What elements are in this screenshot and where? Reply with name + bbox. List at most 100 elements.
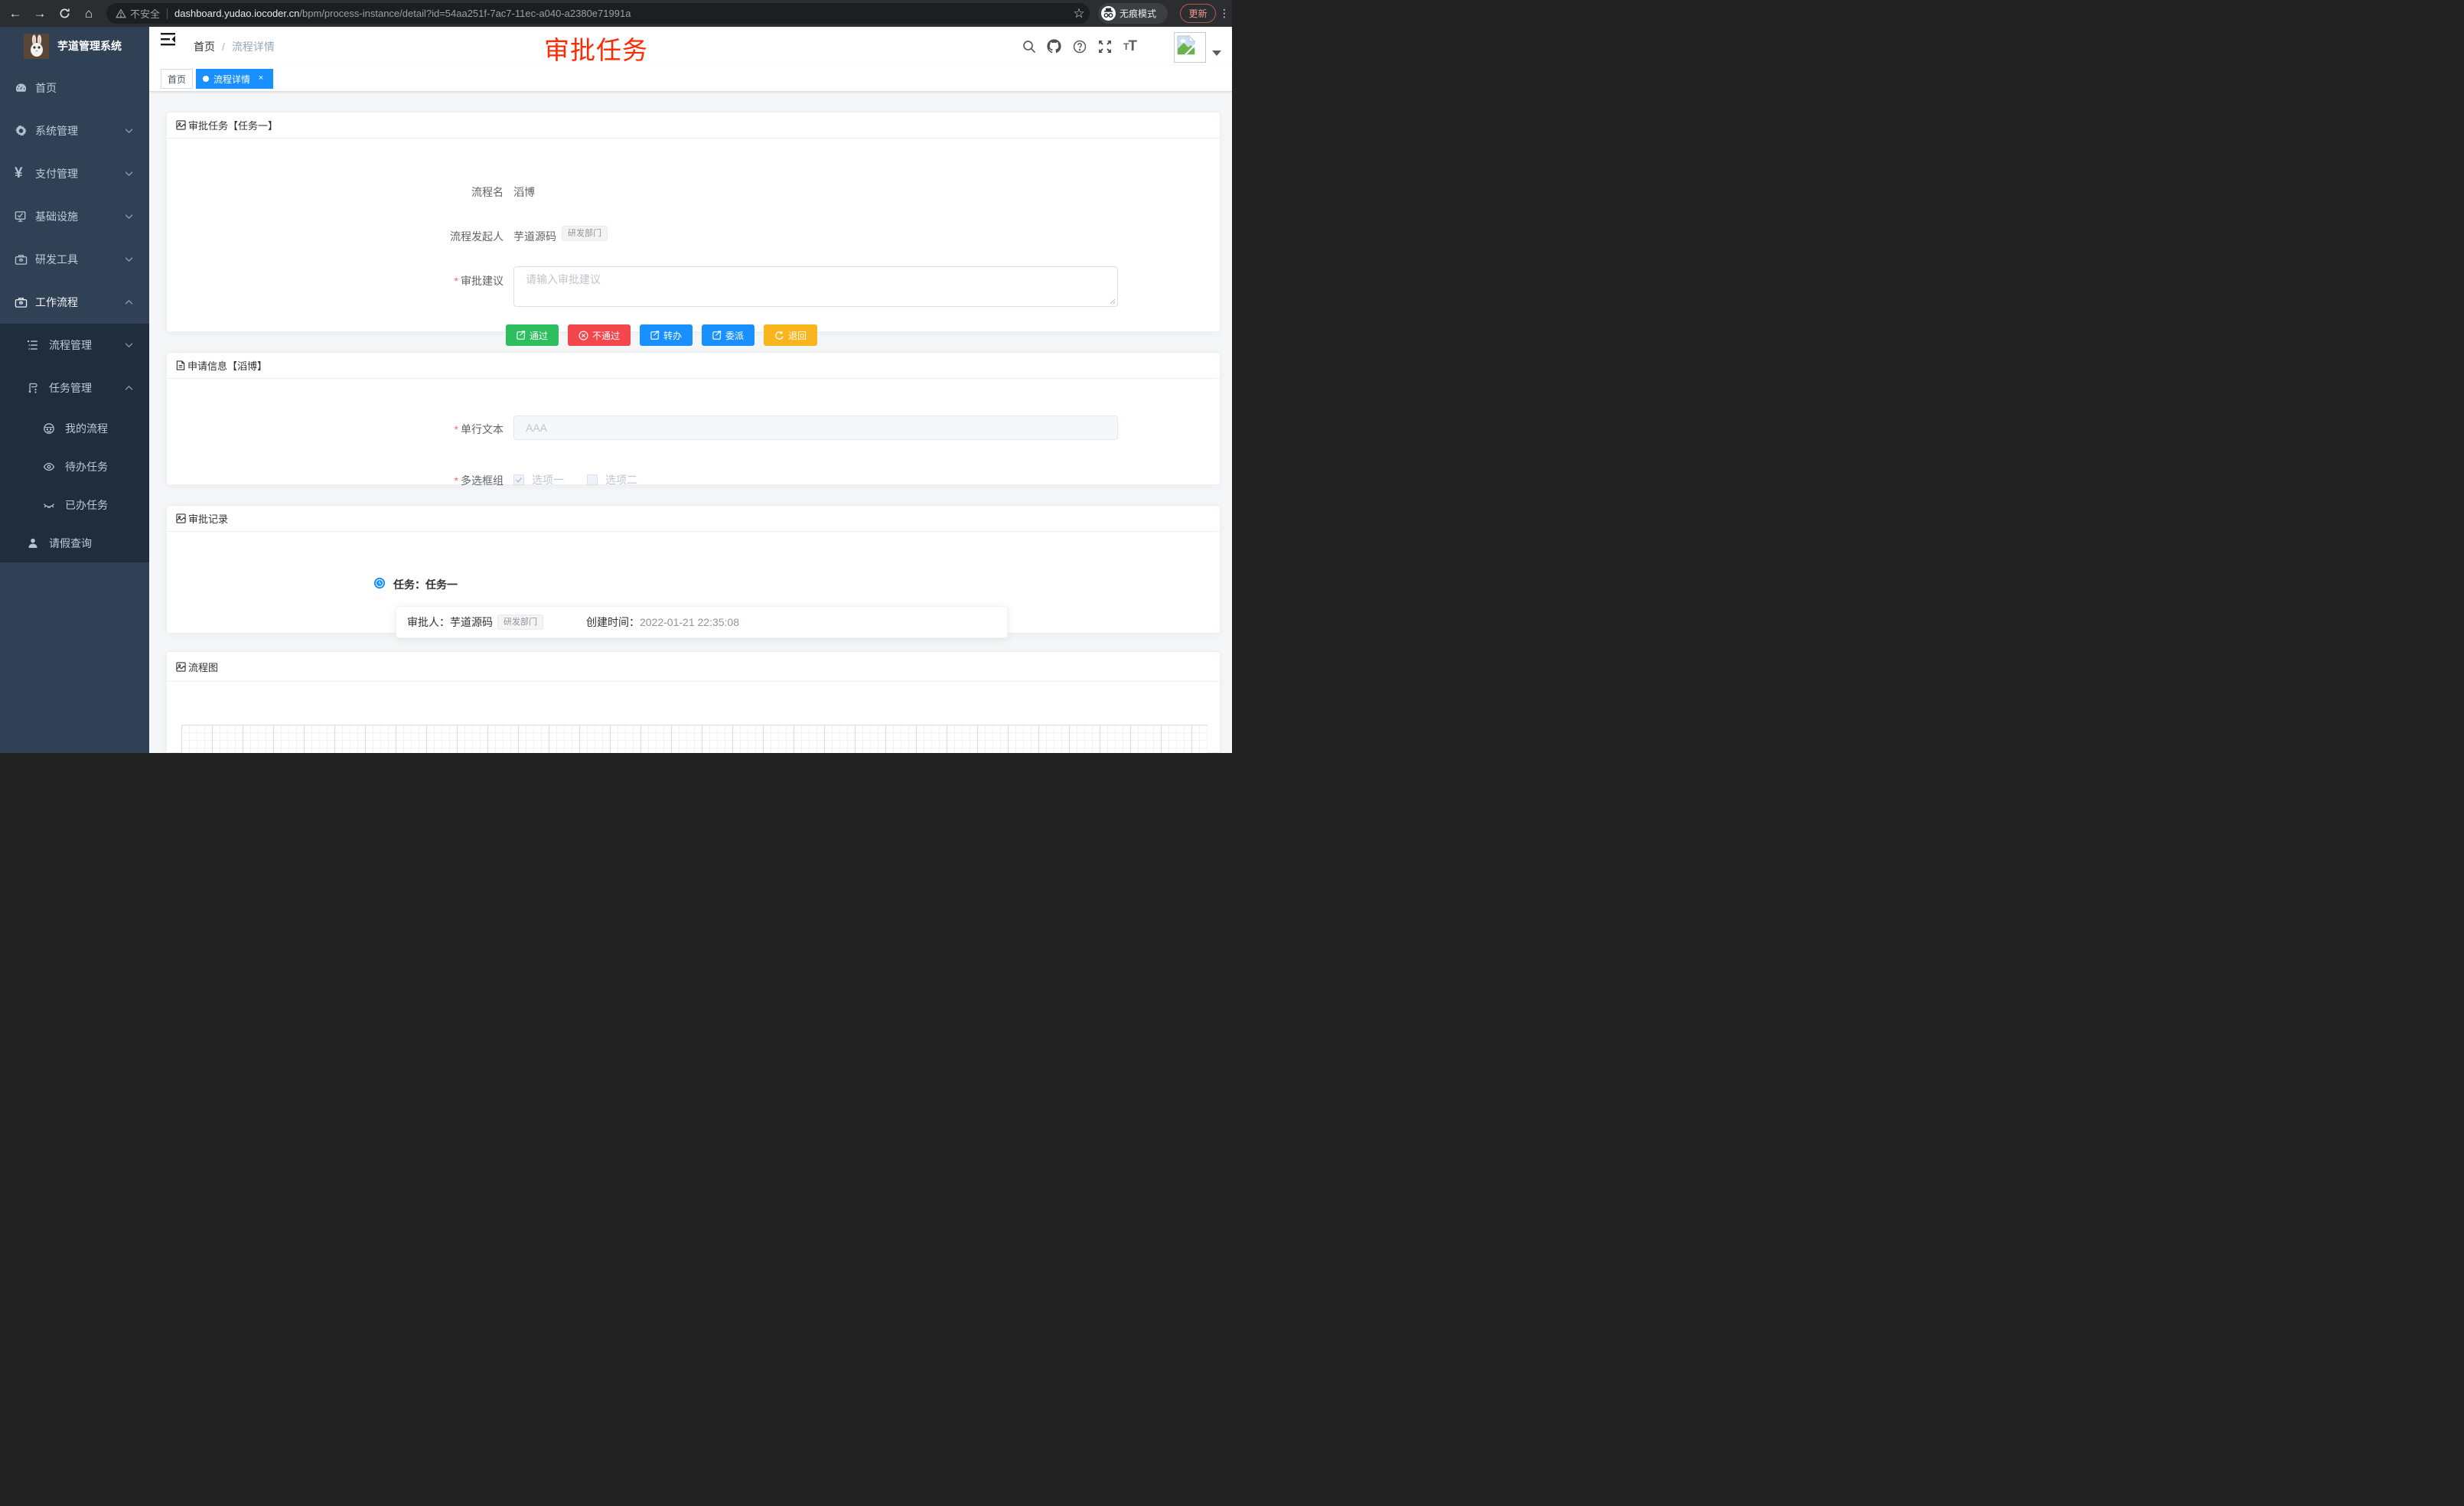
user-icon	[27, 537, 39, 549]
star-icon[interactable]: ☆	[1068, 0, 1090, 27]
sidebar-item-devtools[interactable]: 研发工具	[0, 238, 149, 281]
checkbox-unchecked[interactable]	[587, 474, 598, 485]
sidebar-item-payment[interactable]: ¥ 支付管理	[0, 152, 149, 195]
sidebar-item-leave-query[interactable]: 请假查询	[0, 524, 149, 562]
breadcrumb: 首页 / 流程详情	[194, 27, 275, 66]
record-detail-card: 审批人： 芋道源码 研发部门 创建时间： 2022-01-21 22:35:08	[396, 606, 1008, 638]
chevron-down-icon	[125, 214, 133, 220]
checkbox-group-label: *多选框组	[167, 473, 504, 488]
briefcase-icon	[15, 296, 28, 309]
caret-down-icon[interactable]	[1212, 51, 1221, 56]
sidebar-item-todo-tasks[interactable]: 待办任务	[0, 448, 149, 486]
card-title: 审批记录	[188, 511, 228, 526]
create-time-label: 创建时间：	[586, 614, 640, 630]
security-label[interactable]: 不安全	[130, 6, 160, 21]
close-icon[interactable]: ×	[256, 73, 266, 84]
url-bar[interactable]: 不安全 dashboard.yudao.iocoder.cn/bpm/proce…	[106, 3, 1090, 24]
delegate-button[interactable]: 委派	[702, 324, 755, 346]
workflow-submenu: 流程管理 任务管理 我的流程 待办任务	[0, 324, 149, 562]
approval-task-card: 审批任务【任务一】 流程名 滔博 流程发起人 芋道源码 研发部门 *审批建议 通…	[166, 112, 1221, 332]
resize-grip-icon[interactable]	[1110, 298, 1116, 305]
sidebar-item-task-mgmt[interactable]: 任务管理	[0, 367, 149, 409]
apply-info-card: 申请信息【滔博】 *单行文本 *多选框组 选项一 选项二	[166, 352, 1221, 485]
sidebar-item-label: 首页	[35, 67, 57, 109]
search-icon[interactable]	[1016, 27, 1041, 66]
checkbox-group: 选项一 选项二	[513, 472, 637, 487]
warning-icon	[116, 8, 126, 18]
header-actions: TT	[1016, 27, 1142, 66]
initiator-label: 流程发起人	[167, 229, 504, 244]
annotation-title: 审批任务	[544, 30, 648, 67]
sidebar-item-label: 工作流程	[35, 281, 78, 324]
breadcrumb-current: 流程详情	[232, 39, 275, 54]
sidebar-item-system[interactable]: 系统管理	[0, 109, 149, 152]
help-icon[interactable]	[1067, 27, 1092, 66]
avatar[interactable]	[1174, 32, 1206, 63]
required-marker: *	[455, 423, 458, 435]
breadcrumb-home[interactable]: 首页	[194, 39, 215, 54]
eye-close-icon	[43, 499, 55, 511]
hamburger-icon[interactable]	[161, 33, 178, 48]
dept-tag: 研发部门	[497, 614, 543, 630]
process-name-value: 滔博	[513, 184, 535, 200]
incognito-label: 无痕模式	[1120, 7, 1156, 20]
sidebar-item-label: 已办任务	[65, 486, 108, 524]
card-title: 审批任务【任务一】	[188, 118, 278, 132]
text-field-label: *单行文本	[167, 422, 504, 437]
required-marker: *	[455, 275, 458, 287]
app-logo-row[interactable]: 芋道管理系统	[0, 27, 149, 65]
sidebar-item-label: 系统管理	[35, 109, 78, 152]
fullscreen-icon[interactable]	[1092, 27, 1117, 66]
checkbox-label[interactable]: 选项一	[532, 472, 564, 487]
eye-open-icon	[43, 461, 55, 473]
sidebar-item-home[interactable]: 首页	[0, 67, 149, 109]
sidebar-item-label: 我的流程	[65, 409, 108, 448]
sidebar-item-my-process[interactable]: 我的流程	[0, 409, 149, 448]
suggestion-textarea[interactable]	[513, 266, 1118, 307]
picture-icon	[176, 120, 186, 130]
card-header: 申请信息【滔博】	[167, 353, 1220, 379]
reload-icon[interactable]	[54, 0, 75, 27]
sidebar-item-label: 任务管理	[49, 367, 92, 409]
transfer-button[interactable]: 转办	[640, 324, 693, 346]
tag-label: 流程详情	[213, 73, 250, 86]
text-field-input[interactable]	[513, 416, 1118, 440]
reject-button[interactable]: 不通过	[568, 324, 631, 346]
tags-view: 首页 流程详情 ×	[149, 66, 1232, 92]
checkbox-checked[interactable]	[513, 474, 524, 485]
tag-home[interactable]: 首页	[161, 69, 193, 89]
menu-dots-icon[interactable]: ⋮	[1218, 0, 1230, 27]
chevron-down-icon	[125, 343, 133, 348]
browser-update-button[interactable]: 更新	[1180, 4, 1216, 23]
card-header: 审批记录	[167, 506, 1220, 532]
back-icon[interactable]: ←	[5, 0, 26, 27]
font-size-icon[interactable]: TT	[1117, 27, 1142, 66]
clock-icon	[374, 578, 385, 588]
browser-toolbar: ← → ⌂ 不安全 dashboard.yudao.iocoder.cn/bpm…	[0, 0, 1232, 27]
picture-icon	[176, 513, 186, 523]
url-host: dashboard.yudao.iocoder.cn	[174, 8, 299, 19]
branch-icon	[27, 382, 39, 394]
bpmn-canvas[interactable]	[181, 725, 1208, 753]
approve-button[interactable]: 通过	[506, 324, 559, 346]
app-title: 芋道管理系统	[57, 27, 122, 65]
dept-tag: 研发部门	[562, 226, 608, 241]
return-button[interactable]: 退回	[764, 324, 817, 346]
sidebar-item-infra[interactable]: 基础设施	[0, 195, 149, 238]
github-icon[interactable]	[1041, 27, 1067, 66]
sidebar: 芋道管理系统 首页 系统管理 ¥ 支付管理 基础设施	[0, 27, 149, 753]
home-icon[interactable]: ⌂	[78, 0, 99, 27]
approver-label: 审批人：	[407, 614, 450, 630]
timeline-task-title: 任务：任务一	[393, 577, 458, 592]
create-time-value: 2022-01-21 22:35:08	[640, 616, 739, 628]
sidebar-item-done-tasks[interactable]: 已办任务	[0, 486, 149, 524]
sidebar-item-workflow[interactable]: 工作流程	[0, 281, 149, 324]
approval-record-card: 审批记录 任务：任务一 审批人： 芋道源码 研发部门 创建时间： 2022-01…	[166, 505, 1221, 634]
checkbox-label[interactable]: 选项二	[605, 472, 637, 487]
forward-icon[interactable]: →	[29, 0, 51, 27]
card-title: 申请信息【滔博】	[187, 358, 267, 373]
sidebar-item-process-mgmt[interactable]: 流程管理	[0, 324, 149, 367]
tag-process-detail[interactable]: 流程详情 ×	[196, 69, 273, 89]
url-path: /bpm/process-instance/detail?id=54aa251f…	[299, 8, 631, 19]
active-dot-icon	[203, 76, 209, 82]
